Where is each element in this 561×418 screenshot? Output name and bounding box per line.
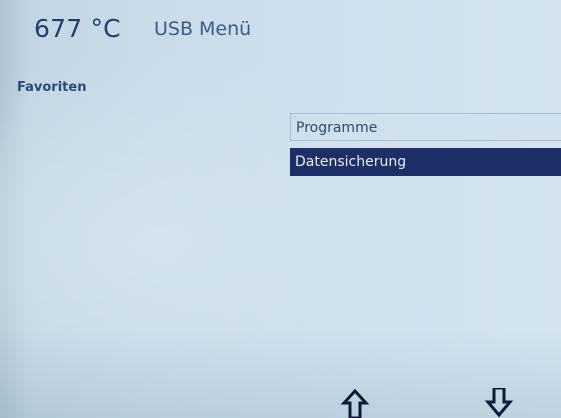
display-screen: 677 °C USB Menü Favoriten Programme Date… [0, 0, 561, 418]
screen-shading [0, 328, 561, 418]
menu-item-label: Programme [296, 120, 378, 136]
arrow-down-icon[interactable] [484, 388, 514, 418]
arrow-up-icon[interactable] [340, 388, 370, 418]
menu-item-programme[interactable]: Programme [290, 113, 561, 141]
menu-item-label: Datensicherung [295, 154, 407, 170]
temperature-readout: 677 °C [34, 14, 121, 43]
favorites-button[interactable]: Favoriten [17, 80, 86, 95]
menu-item-datensicherung[interactable]: Datensicherung [290, 148, 561, 176]
page-title: USB Menü [154, 18, 252, 40]
